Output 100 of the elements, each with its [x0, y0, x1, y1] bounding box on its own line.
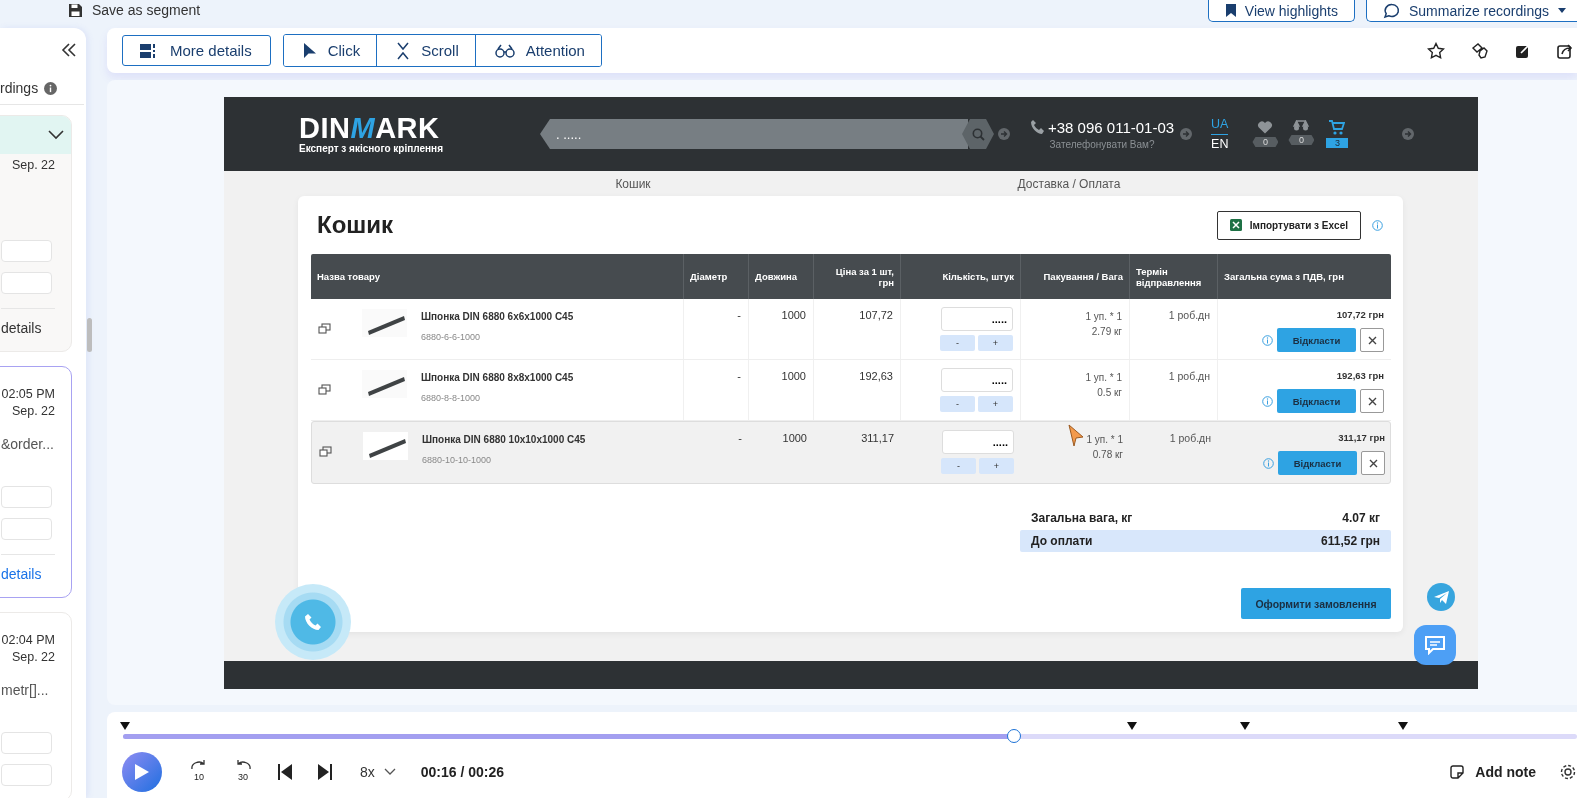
input-field[interactable] — [1, 486, 52, 508]
defer-button[interactable]: Відкласти — [1278, 451, 1357, 475]
summary-value: 4.07 кг — [1342, 511, 1380, 525]
column-header: Кількість, штук — [900, 254, 1020, 299]
scales-icon[interactable] — [1292, 120, 1311, 132]
product-sku: 6880-6-6-1000 — [421, 332, 482, 342]
heart-icon[interactable] — [1257, 120, 1274, 134]
quantity-field[interactable]: ..... — [941, 307, 1013, 331]
decrease-button[interactable]: - — [940, 396, 975, 412]
collapse-icon[interactable] — [61, 43, 77, 57]
settings-icon — [1559, 763, 1577, 781]
checkout-step[interactable]: Доставка / Оплата — [969, 176, 1169, 191]
event-marker[interactable] — [1240, 722, 1251, 730]
phone-number: +38 096 011-01-03 — [1048, 118, 1175, 136]
cursor-icon — [1068, 424, 1084, 448]
cart-row[interactable]: Шпонка DIN 6880 10x10x1000 C45 6880-10-10-1000 - 1000 311,17 ..... - + 1 уп. * 1 0.78 кг 1 роб.дн 311,17 грн Відкласти — [311, 421, 1391, 484]
timeline-thumb[interactable] — [1007, 729, 1022, 743]
input-field[interactable] — [1, 240, 52, 262]
input-field[interactable] — [1, 518, 52, 540]
chat-bubble-icon — [1382, 2, 1401, 19]
add-note-button[interactable]: Add note — [1450, 764, 1536, 780]
compare-icon[interactable] — [319, 446, 332, 457]
recording-date: Sep. 22 — [10, 403, 56, 420]
checkout-step[interactable]: Кошик — [533, 176, 733, 191]
recording-card[interactable]: Sep. 22 details — [0, 115, 72, 352]
callback-link[interactable]: Зателефонувати Вам? — [1049, 138, 1155, 150]
quantity-field[interactable]: ..... — [941, 368, 1013, 392]
telegram-button[interactable] — [1427, 583, 1455, 611]
mode-tab[interactable]: Attention — [474, 35, 601, 66]
remove-button[interactable] — [1360, 389, 1384, 413]
next-button[interactable] — [318, 764, 332, 780]
product-name[interactable]: Шпонка DIN 6880 8x8x1000 C45 — [421, 372, 574, 383]
skip-forward-icon — [318, 764, 332, 780]
table-cell: 107,72 — [859, 309, 893, 321]
column-header: Загальна сума з ПДВ, грн — [1217, 254, 1391, 299]
product-name[interactable]: Шпонка DIN 6880 6x6x1000 C45 — [421, 311, 574, 322]
chat-button[interactable] — [1414, 625, 1456, 665]
remove-button[interactable] — [1360, 328, 1384, 352]
cart-icon[interactable] — [1329, 120, 1346, 135]
increase-button[interactable]: + — [978, 335, 1013, 351]
more-details-button[interactable]: More details — [122, 35, 271, 66]
product-name[interactable]: Шпонка DIN 6880 10x10x1000 C45 — [422, 434, 586, 445]
language-option[interactable]: EN — [1211, 134, 1229, 154]
play-button[interactable] — [122, 752, 162, 792]
recording-card[interactable]: 02:04 PM Sep. 22 metr[]... — [0, 612, 72, 798]
checkout-button[interactable]: Оформити замовлення — [1241, 588, 1391, 619]
info-icon — [44, 81, 58, 95]
forward-button[interactable]: 30 — [232, 760, 254, 784]
input-field[interactable] — [1, 764, 52, 786]
summary-label: До оплати — [1031, 534, 1093, 548]
defer-button[interactable]: Відкласти — [1277, 389, 1356, 413]
scrollbar-thumb[interactable] — [87, 318, 92, 352]
event-marker[interactable] — [1397, 722, 1408, 730]
cart-row[interactable]: Шпонка DIN 6880 6x6x1000 C45 6880-6-6-1000 - 1000 107,72 ..... - + 1 уп. * 1 2.79 кг 1 роб.дн 107,72 грн Відкласти — [311, 299, 1391, 360]
table-cell: 1000 — [782, 432, 807, 444]
arrow-circle-icon[interactable] — [998, 128, 1010, 140]
compare-icon[interactable] — [318, 323, 331, 334]
defer-button[interactable]: Відкласти — [1277, 328, 1356, 352]
import-excel-button[interactable]: Імпортувати з Excel — [1216, 210, 1361, 240]
star-icon[interactable] — [1427, 41, 1445, 60]
counter-badge: 0 — [1288, 135, 1315, 145]
details-link[interactable]: details — [1, 565, 42, 583]
share-icon[interactable] — [1557, 42, 1573, 59]
arrow-circle-icon[interactable] — [1180, 128, 1193, 140]
quantity-field[interactable]: ..... — [942, 430, 1014, 454]
recording-url: metr[]... — [1, 681, 50, 699]
increase-button[interactable]: + — [979, 458, 1014, 474]
remove-button[interactable] — [1361, 451, 1385, 475]
save-segment-button[interactable]: Save as segment — [68, 0, 201, 20]
decrease-button[interactable]: - — [941, 458, 976, 474]
input-field[interactable] — [1, 272, 52, 294]
input-field[interactable] — [1, 732, 52, 754]
phone-icon — [1030, 119, 1044, 135]
recording-card[interactable]: 02:05 PM Sep. 22 &order... details — [0, 366, 72, 598]
arrow-circle-icon[interactable] — [1402, 128, 1414, 140]
search-icon — [971, 127, 985, 141]
caret-down-icon — [1557, 6, 1567, 15]
view-highlights-button[interactable]: View highlights — [1207, 0, 1355, 22]
playback-time: 00:16 / 00:26 — [420, 764, 505, 780]
column-header: Діаметр — [683, 254, 748, 299]
event-marker[interactable] — [120, 722, 131, 730]
decrease-button[interactable]: - — [940, 335, 975, 351]
timeline-track[interactable] — [123, 729, 1577, 744]
details-link[interactable]: details — [1, 319, 42, 337]
search-field[interactable]: . ..... — [540, 119, 968, 149]
previous-button[interactable] — [278, 764, 292, 780]
section-heading: rdings — [0, 80, 39, 96]
compare-icon[interactable] — [318, 384, 331, 395]
info-icon — [1262, 334, 1273, 346]
event-marker[interactable] — [1127, 722, 1138, 730]
language-option[interactable]: UA — [1211, 114, 1229, 135]
increase-button[interactable]: + — [978, 396, 1013, 412]
product-image — [363, 432, 408, 460]
chevron-down-icon[interactable] — [47, 129, 65, 141]
summarize-button[interactable]: Summarize recordings — [1365, 0, 1577, 22]
rewind-button[interactable]: 10 — [188, 760, 210, 784]
page-title: Кошик — [317, 211, 394, 239]
product-image — [362, 370, 407, 398]
settings-button[interactable] — [1559, 763, 1577, 781]
speed-dropdown[interactable]: 8x — [360, 764, 396, 780]
